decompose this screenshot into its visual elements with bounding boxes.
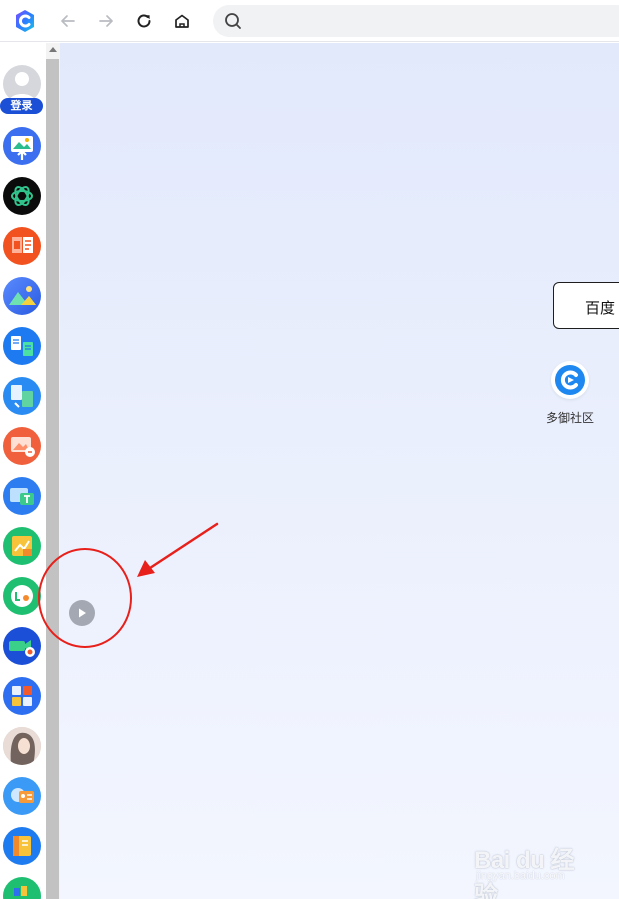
book-app-icon[interactable] [3, 827, 41, 865]
home-icon[interactable] [169, 8, 195, 34]
forward-arrow-icon[interactable] [93, 8, 119, 34]
new-tab-page: 百度 多御社区 [60, 43, 619, 899]
back-arrow-icon[interactable] [55, 8, 81, 34]
photo-edit-app-icon[interactable] [3, 427, 41, 465]
quick-link-label: 多御社区 [545, 411, 594, 425]
portrait-avatar-app-icon[interactable] [3, 727, 41, 765]
quick-link-duoyu[interactable]: 多御社区 [538, 361, 602, 426]
scroll-up-arrow-icon[interactable] [49, 47, 57, 52]
search-input[interactable] [249, 5, 609, 37]
chart-tool-app-icon[interactable] [3, 527, 41, 565]
map-app-icon[interactable] [3, 877, 41, 899]
search-icon [225, 13, 241, 29]
app-sidebar: 登录 [0, 43, 46, 899]
image-gallery-app-icon[interactable] [3, 277, 41, 315]
openai-app-icon[interactable] [3, 177, 41, 215]
scroll-thumb[interactable] [46, 59, 59, 899]
browser-toolbar [0, 0, 619, 42]
watermark-subtext: jingyan.baidu.com [476, 870, 565, 882]
pdf-tool-app-icon[interactable] [3, 227, 41, 265]
file-convert-app-icon[interactable] [3, 327, 41, 365]
sidebar-scrollbar[interactable] [46, 43, 60, 899]
baidu-jingyan-watermark: Bai du 经验 jingyan.baidu.com [474, 830, 594, 899]
baidu-search-box[interactable]: 百度 [553, 282, 619, 329]
image-upload-app-icon[interactable] [3, 127, 41, 165]
text-image-app-icon[interactable] [3, 477, 41, 515]
video-tool-app-icon[interactable] [3, 627, 41, 665]
browser-logo-icon[interactable] [12, 8, 38, 34]
grid-app-icon[interactable] [3, 677, 41, 715]
pdf-convert-app-icon[interactable] [3, 377, 41, 415]
reload-icon[interactable] [131, 8, 157, 34]
login-button[interactable]: 登录 [0, 98, 43, 114]
circle-tool-app-icon[interactable] [3, 577, 41, 615]
play-triangle-icon [79, 608, 86, 618]
address-search-bar[interactable] [213, 5, 619, 37]
baidu-search-label: 百度 [585, 300, 616, 317]
sidebar-toggle-button[interactable] [69, 600, 95, 626]
id-card-app-icon[interactable] [3, 777, 41, 815]
duoyu-logo-icon [551, 361, 589, 399]
